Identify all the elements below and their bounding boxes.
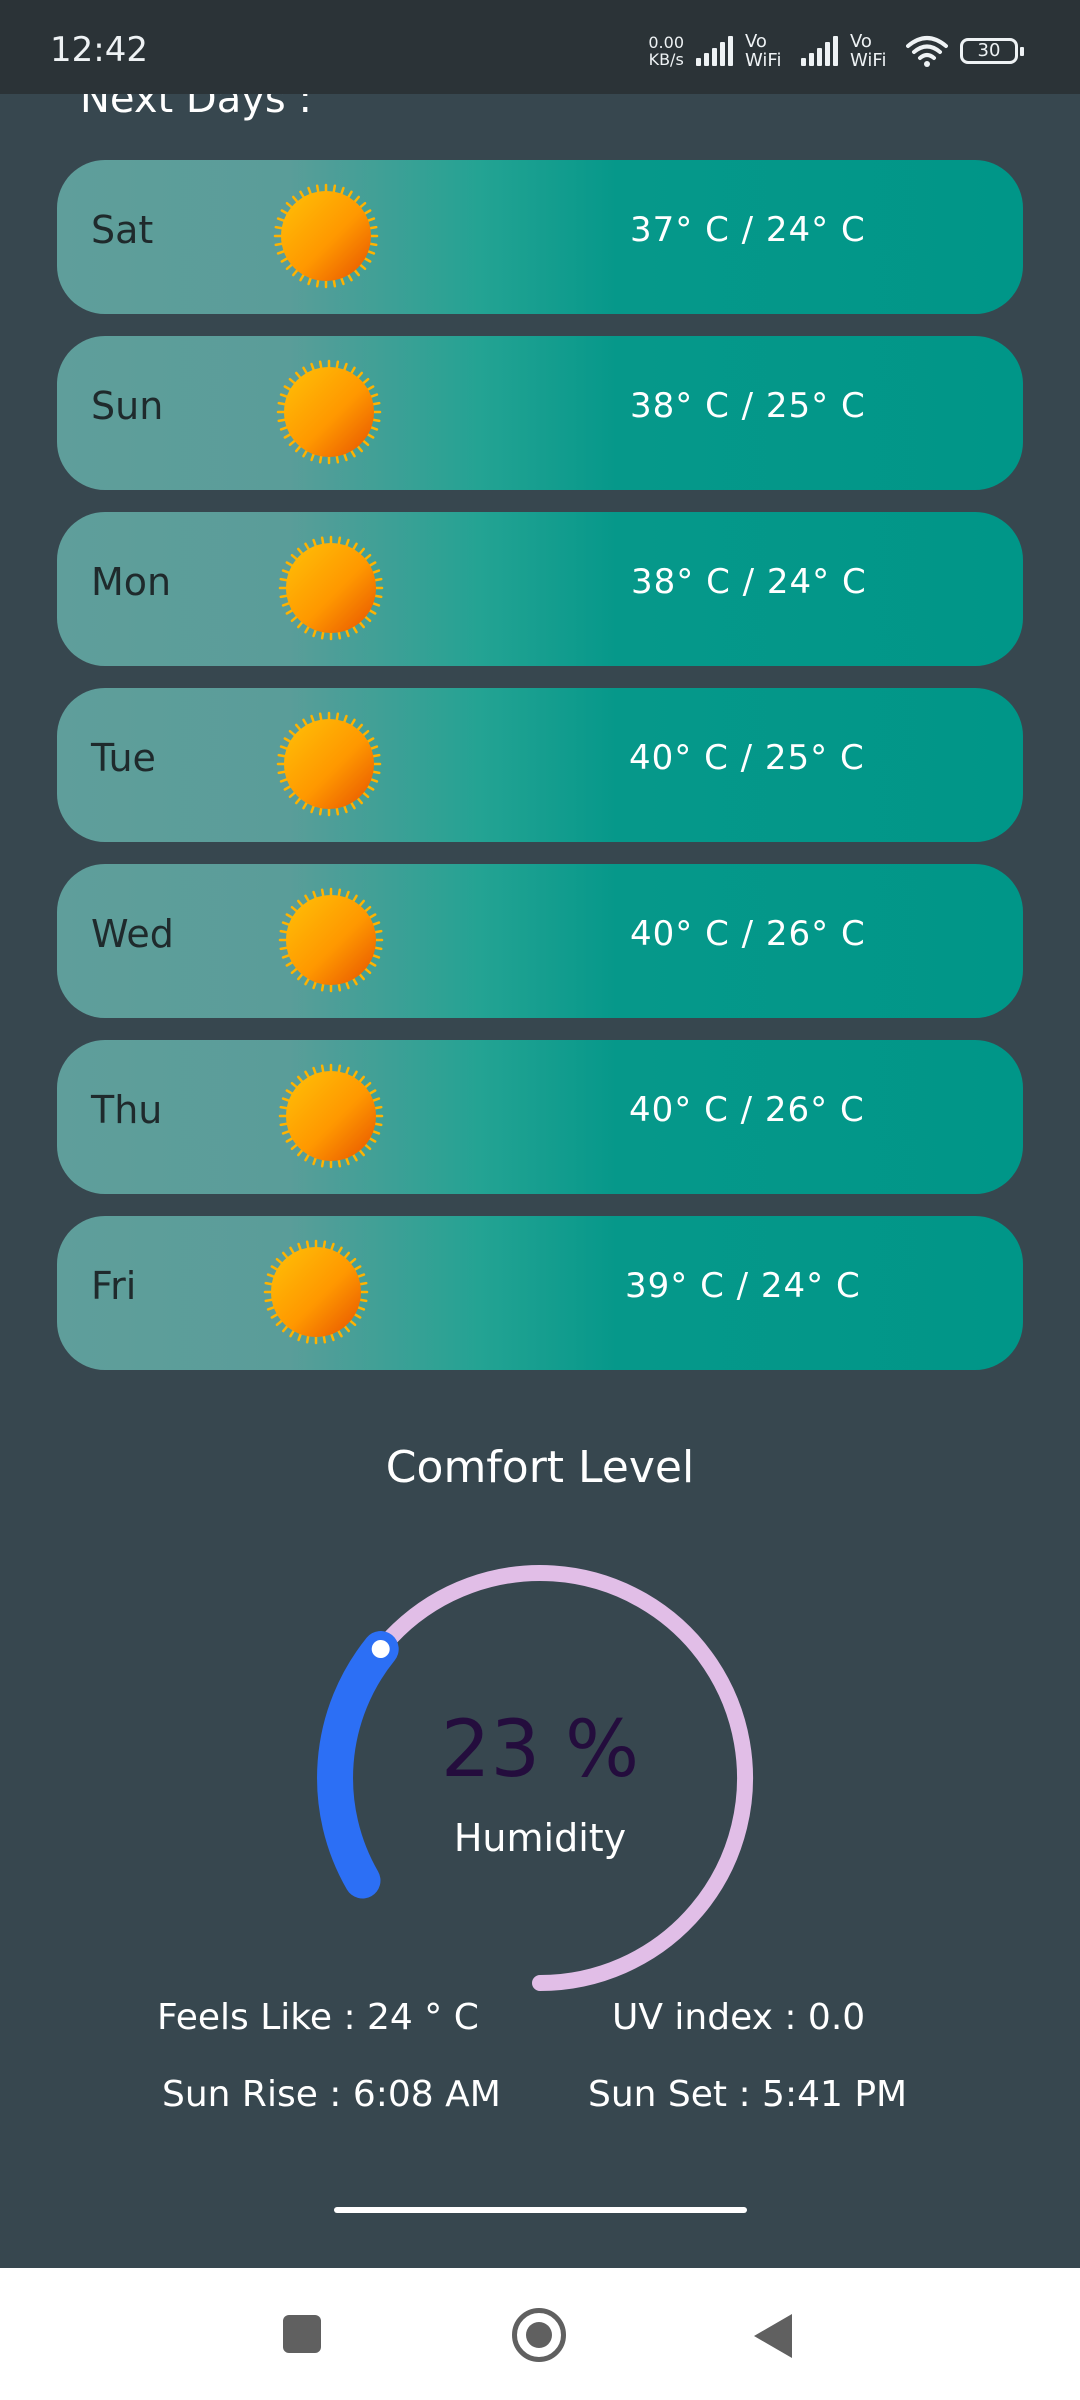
recents-button[interactable] [283, 2315, 321, 2353]
day-forecast-card[interactable]: Sat 37° C / 24° C [57, 160, 1023, 314]
day-temperature-range: 39° C / 24° C [625, 1266, 861, 1306]
day-temperature-range: 37° C / 24° C [630, 210, 866, 250]
day-name: Sun [91, 384, 164, 428]
sun-icon [275, 358, 383, 466]
sun-icon [277, 1062, 385, 1170]
day-forecast-card[interactable]: Tue 40° C / 25° C [57, 688, 1023, 842]
status-time: 12:42 [50, 30, 148, 70]
navigation-bar [0, 2268, 1080, 2400]
network-speed: 0.00 KB/s [648, 34, 684, 68]
day-temperature-range: 38° C / 25° C [630, 386, 866, 426]
vowifi-label-1: Vo WiFi [745, 31, 782, 71]
comfort-level-title: Comfort Level [385, 1442, 695, 1493]
day-temperature-range: 40° C / 26° C [630, 914, 866, 954]
humidity-label: Humidity [453, 1816, 627, 1860]
network-speed-value: 0.00 [648, 33, 684, 52]
uv-index: UV index : 0.0 [612, 1997, 866, 2038]
day-temperature-range: 38° C / 24° C [631, 562, 867, 602]
vowifi-label-2: Vo WiFi [850, 31, 887, 71]
day-temperature-range: 40° C / 25° C [629, 738, 865, 778]
status-bar: 12:42 0.00 KB/s Vo WiFi Vo WiFi 30 [0, 0, 1080, 94]
sun-icon [272, 182, 380, 290]
sun-icon [275, 710, 383, 818]
signal-icon [801, 36, 838, 66]
battery-icon: 30 [960, 38, 1024, 64]
sun-icon [262, 1238, 370, 1346]
day-name: Mon [91, 560, 172, 604]
sun-set: Sun Set : 5:41 PM [588, 2074, 908, 2115]
signal-icon [696, 36, 733, 66]
network-speed-unit: KB/s [648, 50, 684, 69]
day-forecast-card[interactable]: Sun 38° C / 25° C [57, 336, 1023, 490]
gauge-knob [371, 1640, 390, 1658]
sun-icon [277, 534, 385, 642]
home-indicator[interactable] [334, 2207, 747, 2213]
back-button[interactable] [754, 2314, 792, 2358]
day-name: Wed [91, 912, 174, 956]
home-button[interactable] [512, 2308, 566, 2362]
sun-icon [277, 886, 385, 994]
day-forecast-card[interactable]: Mon 38° C / 24° C [57, 512, 1023, 666]
humidity-value: 23 % [440, 1705, 640, 1795]
day-forecast-card[interactable]: Fri 39° C / 24° C [57, 1216, 1023, 1370]
sun-rise: Sun Rise : 6:08 AM [162, 2074, 501, 2115]
day-name: Sat [91, 208, 154, 252]
day-forecast-card[interactable]: Wed 40° C / 26° C [57, 864, 1023, 1018]
day-forecast-card[interactable]: Thu 40° C / 26° C [57, 1040, 1023, 1194]
day-name: Tue [91, 736, 156, 780]
wifi-icon [906, 36, 948, 67]
feels-like: Feels Like : 24 ° C [157, 1997, 479, 2038]
day-name: Fri [91, 1264, 137, 1308]
day-name: Thu [91, 1088, 163, 1132]
day-temperature-range: 40° C / 26° C [629, 1090, 865, 1130]
status-icons: 0.00 KB/s Vo WiFi Vo WiFi 30 [648, 28, 1024, 74]
